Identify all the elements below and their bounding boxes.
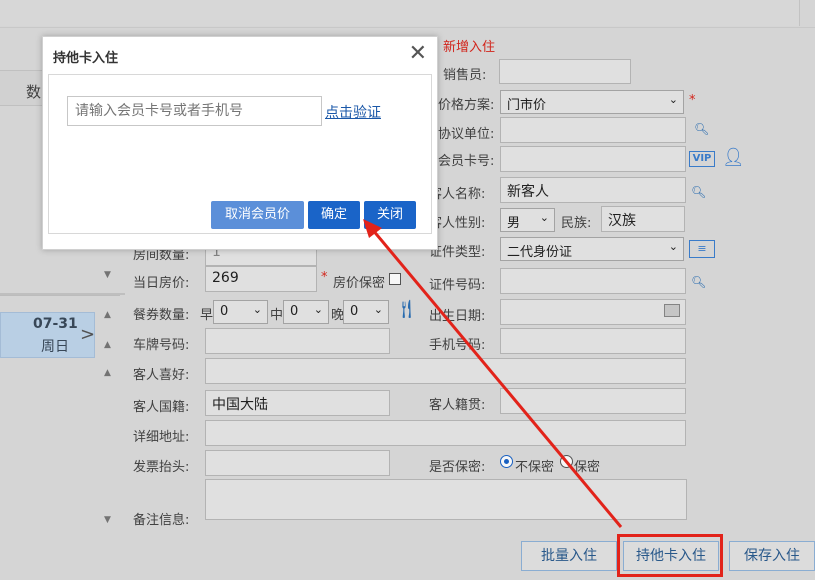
annotation-arrow [363, 219, 623, 528]
